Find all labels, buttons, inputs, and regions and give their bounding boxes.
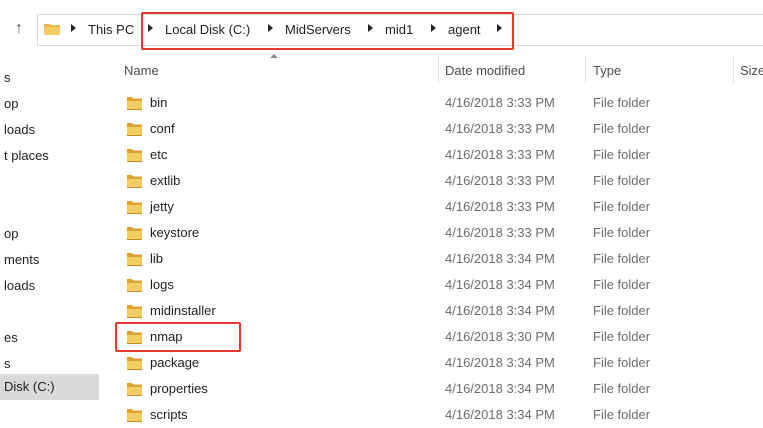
file-date-modified: 4/16/2018 3:34 PM — [445, 381, 555, 396]
file-row[interactable]: scripts 4/16/2018 3:34 PM File folder — [103, 402, 763, 428]
file-type: File folder — [593, 407, 651, 422]
column-header-size[interactable]: Size — [740, 60, 763, 82]
folder-icon — [126, 303, 143, 319]
nav-item-downloads[interactable]: loads — [4, 121, 35, 139]
file-type: File folder — [593, 303, 651, 318]
folder-icon — [126, 199, 143, 215]
column-divider[interactable] — [733, 56, 734, 84]
file-date-modified: 4/16/2018 3:33 PM — [445, 95, 555, 110]
file-date-modified: 4/16/2018 3:34 PM — [445, 303, 555, 318]
file-date-modified: 4/16/2018 3:34 PM — [445, 277, 555, 292]
nav-item-documents[interactable]: ments — [4, 251, 39, 269]
file-name: scripts — [150, 407, 188, 422]
file-row[interactable]: extlib 4/16/2018 3:33 PM File folder — [103, 168, 763, 194]
folder-icon — [126, 407, 143, 423]
breadcrumb-this-pc[interactable]: This PC — [88, 21, 134, 39]
path-highlight-box — [141, 12, 514, 50]
folder-icon — [126, 381, 143, 397]
folder-icon — [126, 225, 143, 241]
file-date-modified: 4/16/2018 3:33 PM — [445, 173, 555, 188]
file-row[interactable]: midinstaller 4/16/2018 3:34 PM File folder — [103, 298, 763, 324]
folder-icon — [126, 277, 143, 293]
nav-item-downloads[interactable]: loads — [4, 277, 35, 295]
up-arrow-icon[interactable]: ↑ — [10, 18, 28, 40]
folder-icon — [126, 173, 143, 189]
file-row[interactable]: lib 4/16/2018 3:34 PM File folder — [103, 246, 763, 272]
file-type: File folder — [593, 381, 651, 396]
nmap-highlight-box — [115, 322, 241, 352]
column-header-name[interactable]: Name — [124, 60, 159, 82]
file-date-modified: 4/16/2018 3:33 PM — [445, 121, 555, 136]
file-date-modified: 4/16/2018 3:30 PM — [445, 329, 555, 344]
column-divider[interactable] — [438, 56, 439, 84]
file-type: File folder — [593, 199, 651, 214]
file-name: lib — [150, 251, 164, 266]
nav-item-desktop[interactable]: op — [4, 95, 18, 113]
address-bar-area: ↑ This PC Local Disk (C:) MidServers mid… — [0, 0, 763, 56]
column-header-row — [103, 56, 763, 84]
file-row[interactable]: etc 4/16/2018 3:33 PM File folder — [103, 142, 763, 168]
nav-item-pictures[interactable]: es — [4, 329, 18, 347]
file-name: package — [150, 355, 200, 370]
file-row[interactable]: jetty 4/16/2018 3:33 PM File folder — [103, 194, 763, 220]
file-row[interactable]: keystore 4/16/2018 3:33 PM File folder — [103, 220, 763, 246]
folder-icon — [126, 251, 143, 267]
file-date-modified: 4/16/2018 3:34 PM — [445, 407, 555, 422]
file-name: logs — [150, 277, 174, 292]
file-type: File folder — [593, 121, 651, 136]
file-date-modified: 4/16/2018 3:33 PM — [445, 199, 555, 214]
file-name: extlib — [150, 173, 181, 188]
file-date-modified: 4/16/2018 3:33 PM — [445, 147, 555, 162]
file-row[interactable]: properties 4/16/2018 3:34 PM File folder — [103, 376, 763, 402]
column-header-type[interactable]: Type — [593, 60, 621, 82]
file-type: File folder — [593, 277, 651, 292]
file-type: File folder — [593, 147, 651, 162]
folder-icon — [44, 24, 60, 35]
nav-item-local-disk[interactable]: Disk (C:) — [4, 378, 55, 396]
file-row[interactable]: conf 4/16/2018 3:33 PM File folder — [103, 116, 763, 142]
file-row[interactable]: bin 4/16/2018 3:33 PM File folder — [103, 90, 763, 116]
folder-icon — [126, 147, 143, 163]
file-type: File folder — [593, 251, 651, 266]
file-type: File folder — [593, 173, 651, 188]
folder-icon — [126, 121, 143, 137]
file-type: File folder — [593, 329, 651, 344]
folder-icon — [126, 355, 143, 371]
file-date-modified: 4/16/2018 3:34 PM — [445, 251, 555, 266]
file-type: File folder — [593, 95, 651, 110]
file-name: etc — [150, 147, 168, 162]
file-type: File folder — [593, 355, 651, 370]
file-row[interactable]: logs 4/16/2018 3:34 PM File folder — [103, 272, 763, 298]
folder-icon — [126, 95, 143, 111]
file-name: properties — [150, 381, 208, 396]
file-type: File folder — [593, 225, 651, 240]
breadcrumb-separator-icon[interactable] — [71, 24, 76, 32]
nav-item[interactable]: s — [4, 69, 11, 87]
nav-item-videos[interactable]: s — [4, 355, 11, 373]
column-divider[interactable] — [585, 56, 586, 84]
nav-item-recent-places[interactable]: t places — [4, 147, 49, 165]
file-name: jetty — [150, 199, 174, 214]
sort-ascending-icon — [270, 54, 278, 58]
file-name: conf — [150, 121, 175, 136]
file-name: midinstaller — [150, 303, 216, 318]
column-header-date-modified[interactable]: Date modified — [445, 60, 525, 82]
file-row[interactable]: package 4/16/2018 3:34 PM File folder — [103, 350, 763, 376]
file-name: keystore — [150, 225, 200, 240]
file-date-modified: 4/16/2018 3:34 PM — [445, 355, 555, 370]
nav-item-desktop[interactable]: op — [4, 225, 18, 243]
file-date-modified: 4/16/2018 3:33 PM — [445, 225, 555, 240]
file-name: bin — [150, 95, 168, 110]
